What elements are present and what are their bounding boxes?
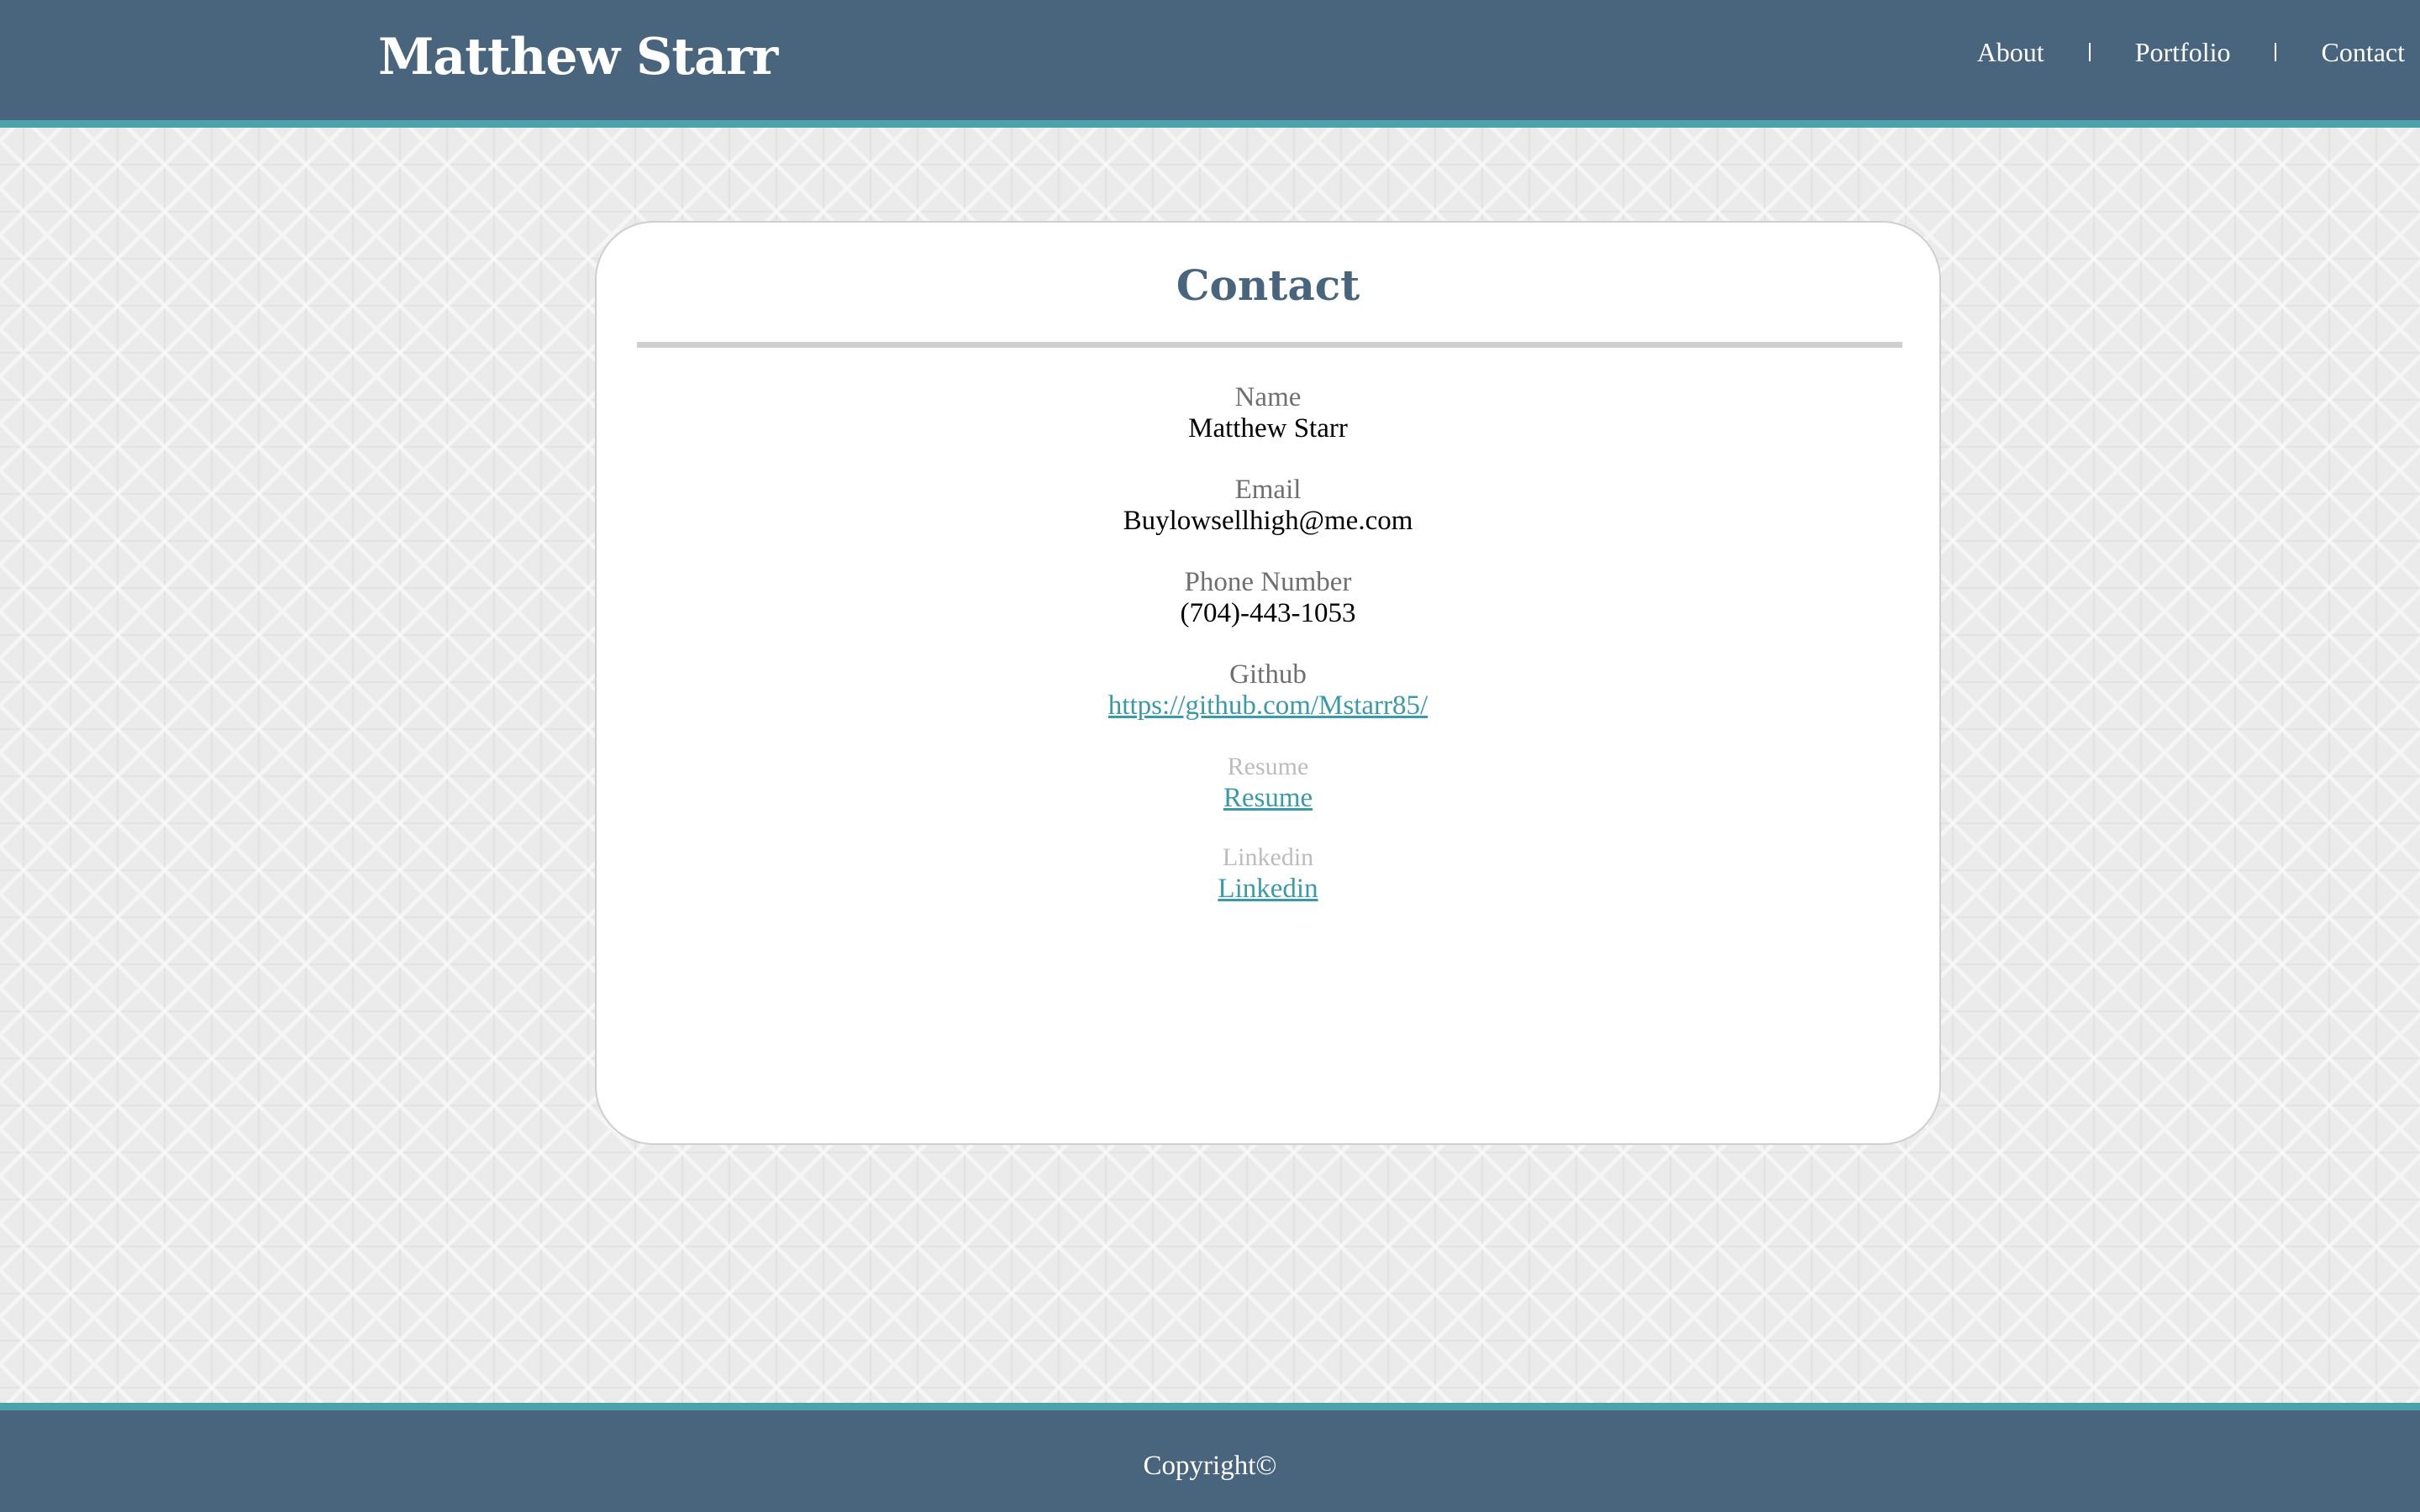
nav-separator (2275, 43, 2277, 61)
field-value-email: Buylowsellhigh@me.com (1123, 506, 1413, 536)
field-label-name: Name (1234, 382, 1302, 412)
site-header: Matthew Starr About Portfolio Contact (0, 0, 2420, 128)
field-value-name: Matthew Starr (1188, 413, 1348, 444)
contact-field-linkedin: Linkedin Linkedin (597, 843, 1939, 905)
contact-field-email: Email Buylowsellhigh@me.com (597, 475, 1939, 537)
contact-field-resume: Resume Resume (597, 752, 1939, 814)
field-label-linkedin: Linkedin (1222, 843, 1314, 871)
contact-field-phone: Phone Number (704)-443-1053 (597, 567, 1939, 629)
contact-field-name: Name Matthew Starr (597, 382, 1939, 444)
nav-link-about[interactable]: About (1977, 37, 2044, 68)
nav-separator (2088, 43, 2091, 61)
heading-divider (637, 342, 1902, 348)
copyright-text: Copyright© (1143, 1451, 1277, 1481)
field-label-resume: Resume (1227, 753, 1309, 780)
contact-heading: Contact (1176, 260, 1360, 310)
nav-link-portfolio[interactable]: Portfolio (2135, 37, 2231, 68)
contact-card: Contact Name Matthew Starr Email Buylows… (595, 221, 1941, 1145)
contact-field-github: Github https://github.com/Mstarr85/ (597, 659, 1939, 722)
field-label-github: Github (1229, 659, 1307, 690)
field-label-phone: Phone Number (1184, 567, 1352, 597)
site-brand-title[interactable]: Matthew Starr (378, 24, 778, 91)
field-value-phone: (704)-443-1053 (1180, 598, 1356, 628)
github-link[interactable]: https://github.com/Mstarr85/ (597, 690, 1939, 722)
site-footer: Copyright© (0, 1403, 2420, 1512)
resume-link[interactable]: Resume (597, 782, 1939, 814)
main-nav: About Portfolio Contact (1977, 32, 2405, 72)
field-label-email: Email (1234, 475, 1302, 505)
linkedin-link[interactable]: Linkedin (597, 873, 1939, 905)
nav-link-contact[interactable]: Contact (2321, 37, 2405, 68)
